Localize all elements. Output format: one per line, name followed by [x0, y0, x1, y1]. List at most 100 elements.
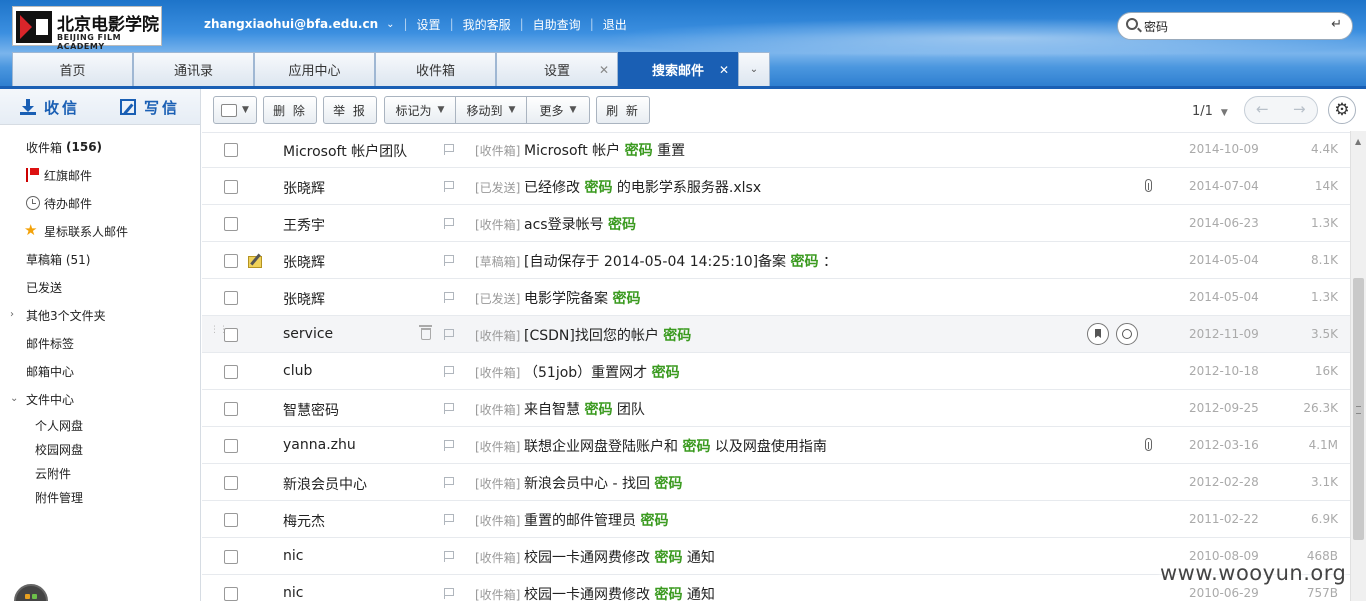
- row-checkbox[interactable]: [224, 143, 238, 157]
- refresh-button[interactable]: 刷 新: [596, 96, 650, 124]
- sidebar-item-campus-disk[interactable]: 校园网盘: [0, 437, 200, 461]
- report-button[interactable]: 举 报: [323, 96, 377, 124]
- mail-subject[interactable]: 重置的邮件管理员 密码: [524, 510, 668, 530]
- mail-subject[interactable]: （51job）重置网才 密码: [524, 362, 680, 382]
- mail-subject[interactable]: 校园一卡通网费修改 密码 通知: [524, 584, 715, 601]
- link-logout[interactable]: 退出: [603, 16, 627, 33]
- user-account[interactable]: zhangxiaohui@bfa.edu.cn: [204, 17, 378, 31]
- mail-subject[interactable]: 新浪会员中心 - 找回 密码: [524, 473, 682, 493]
- bookmark-icon[interactable]: [1087, 323, 1109, 345]
- sidebar-item-flagged[interactable]: 红旗邮件: [0, 161, 200, 189]
- row-checkbox[interactable]: [224, 513, 238, 527]
- chevron-down-icon[interactable]: ⌄: [10, 393, 18, 404]
- sidebar-item-starred[interactable]: ★ 星标联系人邮件: [0, 217, 200, 245]
- table-row[interactable]: 张晓辉 [已发送] 已经修改 密码 的电影学系服务器.xlsx 2014-07-04 1…: [202, 168, 1350, 205]
- table-row[interactable]: ⋮⋮ service [收件箱] [CSDN]找回您的帐户 密码 2012-11-09 3…: [202, 316, 1350, 353]
- tab-contacts[interactable]: 通讯录: [133, 52, 254, 86]
- drag-handle-icon[interactable]: ⋮⋮: [210, 326, 228, 340]
- scrollbar[interactable]: ▲: [1350, 131, 1366, 601]
- sidebar-item-drafts[interactable]: 草稿箱 (51): [0, 245, 200, 273]
- search-icon[interactable]: [1126, 18, 1138, 30]
- flag-icon[interactable]: [444, 403, 455, 414]
- row-checkbox[interactable]: [224, 402, 238, 416]
- flag-icon[interactable]: [444, 477, 455, 488]
- row-checkbox[interactable]: [224, 365, 238, 379]
- chevron-down-icon[interactable]: ⌄: [386, 19, 394, 30]
- delete-button[interactable]: 删 除: [263, 96, 317, 124]
- close-icon[interactable]: ✕: [719, 63, 729, 77]
- flag-icon[interactable]: [444, 255, 455, 266]
- sidebar-item-other-folders[interactable]: › 其他3个文件夹: [0, 301, 200, 329]
- sidebar-item-sent[interactable]: 已发送: [0, 273, 200, 301]
- chevron-right-icon[interactable]: ›: [10, 309, 14, 320]
- reminder-clock-icon[interactable]: [1116, 323, 1138, 345]
- flag-icon[interactable]: [444, 551, 455, 562]
- prev-page-icon[interactable]: ←: [1256, 100, 1269, 118]
- logo[interactable]: 北京电影学院 BEIJING FILM ACADEMY: [12, 6, 162, 51]
- search-input[interactable]: [1144, 17, 1324, 35]
- sidebar-item-cloud-attachment[interactable]: 云附件: [0, 461, 200, 485]
- move-to-dropdown[interactable]: 移动到 ▼: [455, 96, 527, 124]
- row-checkbox[interactable]: [224, 328, 238, 342]
- mail-subject[interactable]: 电影学院备案 密码: [524, 288, 640, 308]
- table-row[interactable]: Microsoft 帐户团队 [收件箱] Microsoft 帐户 密码 重置 201…: [202, 131, 1350, 168]
- table-row[interactable]: 张晓辉 [已发送] 电影学院备案 密码 2014-05-04 1.3K: [202, 279, 1350, 316]
- row-checkbox[interactable]: [224, 180, 238, 194]
- trash-icon[interactable]: [419, 325, 432, 340]
- enter-icon[interactable]: ↵: [1331, 17, 1342, 32]
- next-page-icon[interactable]: →: [1293, 100, 1306, 118]
- write-button[interactable]: 写信: [100, 89, 200, 125]
- flag-icon[interactable]: [444, 440, 455, 451]
- sidebar-item-mailbox-center[interactable]: 邮箱中心: [0, 357, 200, 385]
- mail-subject[interactable]: 校园一卡通网费修改 密码 通知: [524, 547, 715, 567]
- tab-inbox[interactable]: 收件箱: [375, 52, 496, 86]
- flag-icon[interactable]: [444, 514, 455, 525]
- table-row[interactable]: 智慧密码 [收件箱] 来自智慧 密码 团队 2012-09-25 26.3K: [202, 390, 1350, 427]
- flag-icon[interactable]: [444, 366, 455, 377]
- scrollbar-thumb[interactable]: [1353, 278, 1364, 540]
- mail-subject[interactable]: 联想企业网盘登陆账户和 密码 以及网盘使用指南: [524, 436, 827, 456]
- table-row[interactable]: 梅元杰 [收件箱] 重置的邮件管理员 密码 2011-02-22 6.9K: [202, 501, 1350, 538]
- row-checkbox[interactable]: [224, 254, 238, 268]
- gear-icon[interactable]: ⚙: [1328, 96, 1356, 124]
- row-checkbox[interactable]: [224, 439, 238, 453]
- receive-button[interactable]: 收信: [0, 89, 100, 125]
- mail-subject[interactable]: 已经修改 密码 的电影学系服务器.xlsx: [524, 177, 761, 197]
- row-checkbox[interactable]: [224, 291, 238, 305]
- tab-settings[interactable]: 设置 ✕: [496, 52, 618, 86]
- flag-icon[interactable]: [444, 588, 455, 599]
- mail-subject[interactable]: Microsoft 帐户 密码 重置: [524, 140, 685, 160]
- table-row[interactable]: 张晓辉 [草稿箱] [自动保存于 2014-05-04 14:25:10]备案 密码…: [202, 242, 1350, 279]
- table-row[interactable]: club [收件箱] （51job）重置网才 密码 2012-10-18 16K: [202, 353, 1350, 390]
- mail-subject[interactable]: 来自智慧 密码 团队: [524, 399, 645, 419]
- table-row[interactable]: 王秀宇 [收件箱] acs登录帐号 密码 2014-06-23 1.3K: [202, 205, 1350, 242]
- row-checkbox[interactable]: [224, 217, 238, 231]
- flag-icon[interactable]: [444, 181, 455, 192]
- link-support[interactable]: 我的客服: [463, 16, 511, 33]
- sidebar-item-personal-disk[interactable]: 个人网盘: [0, 413, 200, 437]
- tab-home[interactable]: 首页: [12, 52, 133, 86]
- more-dropdown[interactable]: 更多 ▼: [526, 96, 590, 124]
- sidebar-item-tags[interactable]: 邮件标签: [0, 329, 200, 357]
- close-icon[interactable]: ✕: [599, 63, 609, 77]
- row-checkbox[interactable]: [224, 476, 238, 490]
- flag-icon[interactable]: [444, 292, 455, 303]
- tab-more-button[interactable]: ⌄: [738, 52, 770, 86]
- sidebar-item-file-center[interactable]: ⌄ 文件中心: [0, 385, 200, 413]
- scroll-up-icon[interactable]: ▲: [1355, 137, 1361, 146]
- tab-app-center[interactable]: 应用中心: [254, 52, 375, 86]
- mail-subject[interactable]: [自动保存于 2014-05-04 14:25:10]备案 密码 ：: [524, 251, 837, 271]
- mail-subject[interactable]: acs登录帐号 密码: [524, 214, 636, 234]
- sidebar-item-inbox[interactable]: 收件箱 (156): [0, 133, 200, 161]
- flag-icon[interactable]: [444, 329, 455, 340]
- sidebar-item-todo[interactable]: 待办邮件: [0, 189, 200, 217]
- tab-search-mail[interactable]: 搜索邮件 ✕: [618, 52, 738, 86]
- link-settings[interactable]: 设置: [417, 16, 441, 33]
- row-checkbox[interactable]: [224, 587, 238, 601]
- row-checkbox[interactable]: [224, 550, 238, 564]
- page-indicator[interactable]: 1/1 ▼: [1192, 104, 1228, 119]
- link-self-service[interactable]: 自助查询: [533, 16, 581, 33]
- flag-icon[interactable]: [444, 144, 455, 155]
- table-row[interactable]: yanna.zhu [收件箱] 联想企业网盘登陆账户和 密码 以及网盘使用指南 201…: [202, 427, 1350, 464]
- mail-subject[interactable]: [CSDN]找回您的帐户 密码: [524, 325, 691, 345]
